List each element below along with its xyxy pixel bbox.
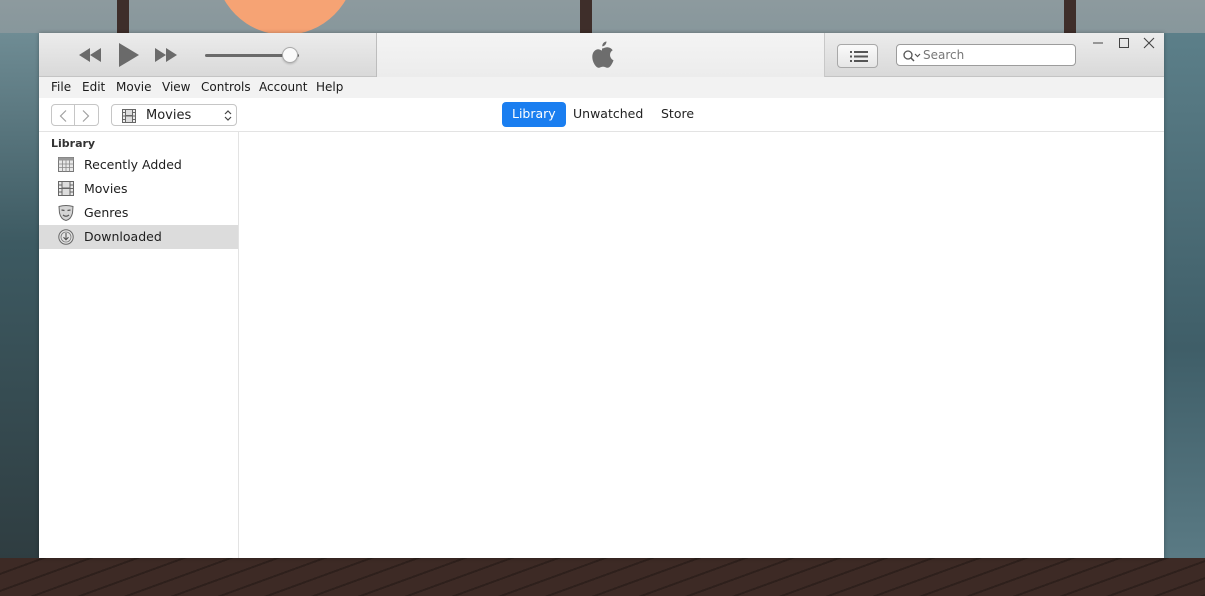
toolbar-right bbox=[825, 33, 1164, 77]
sidebar-item-downloaded[interactable]: Downloaded bbox=[39, 225, 238, 249]
chevron-right-icon bbox=[82, 110, 90, 122]
itunes-window: File Edit Movie View Controls Account He… bbox=[39, 33, 1164, 558]
desktop-background-left bbox=[0, 33, 39, 558]
menu-account[interactable]: Account bbox=[259, 80, 307, 94]
sidebar-item-label: Recently Added bbox=[84, 157, 182, 172]
back-button[interactable] bbox=[51, 104, 75, 126]
sidebar-item-label: Genres bbox=[84, 205, 129, 220]
sidebar-item-label: Downloaded bbox=[84, 229, 162, 244]
menu-bar: File Edit Movie View Controls Account He… bbox=[39, 77, 1164, 98]
rewind-icon[interactable] bbox=[79, 48, 101, 62]
main-content-area bbox=[240, 132, 1164, 558]
chevron-up-down-icon bbox=[224, 109, 232, 127]
list-icon bbox=[850, 51, 868, 62]
chevron-left-icon bbox=[59, 110, 67, 122]
film-icon bbox=[58, 181, 74, 201]
title-bar bbox=[39, 33, 1164, 77]
menu-file[interactable]: File bbox=[51, 80, 71, 94]
fast-forward-icon[interactable] bbox=[155, 48, 177, 62]
desktop-background-post bbox=[1064, 0, 1076, 33]
sidebar-item-recently-added[interactable]: Recently Added bbox=[39, 153, 238, 177]
media-kind-label: Movies bbox=[146, 108, 192, 123]
play-icon[interactable] bbox=[119, 43, 139, 67]
desktop-background-sun bbox=[215, 0, 355, 35]
navigation-bar: Movies Library Unwatched Store bbox=[39, 98, 1164, 132]
sidebar: Library Recently Added Movies Genres Dow… bbox=[39, 132, 239, 558]
menu-help[interactable]: Help bbox=[316, 80, 343, 94]
sidebar-item-label: Movies bbox=[84, 181, 128, 196]
menu-edit[interactable]: Edit bbox=[82, 80, 105, 94]
volume-slider-handle[interactable] bbox=[281, 47, 298, 63]
desktop-background-post bbox=[117, 0, 129, 33]
search-icon[interactable] bbox=[903, 49, 921, 67]
film-icon bbox=[122, 109, 136, 128]
apple-logo-icon bbox=[589, 41, 615, 76]
tab-store[interactable]: Store bbox=[651, 102, 704, 127]
status-display bbox=[377, 33, 825, 77]
download-circle-icon bbox=[58, 229, 74, 250]
menu-movie[interactable]: Movie bbox=[116, 80, 152, 94]
maximize-button[interactable] bbox=[1113, 35, 1135, 51]
tab-unwatched[interactable]: Unwatched bbox=[563, 102, 653, 127]
desktop-background-floor bbox=[0, 558, 1205, 596]
menu-controls[interactable]: Controls bbox=[201, 80, 251, 94]
media-kind-select[interactable]: Movies bbox=[111, 104, 237, 126]
desktop-background-right bbox=[1164, 33, 1205, 558]
sidebar-heading: Library bbox=[51, 137, 96, 150]
close-button[interactable] bbox=[1138, 35, 1160, 51]
minimize-button[interactable] bbox=[1087, 35, 1109, 51]
sidebar-item-genres[interactable]: Genres bbox=[39, 201, 238, 225]
forward-button[interactable] bbox=[75, 104, 99, 126]
search-field[interactable] bbox=[896, 44, 1076, 66]
calendar-grid-icon bbox=[58, 157, 74, 177]
menu-view[interactable]: View bbox=[162, 80, 190, 94]
playback-controls bbox=[39, 33, 377, 77]
desktop-background-post bbox=[580, 0, 592, 33]
list-view-button[interactable] bbox=[837, 44, 878, 68]
sidebar-item-movies[interactable]: Movies bbox=[39, 177, 238, 201]
search-input[interactable] bbox=[923, 47, 1073, 63]
theater-masks-icon bbox=[58, 205, 74, 226]
tab-library[interactable]: Library bbox=[502, 102, 566, 127]
